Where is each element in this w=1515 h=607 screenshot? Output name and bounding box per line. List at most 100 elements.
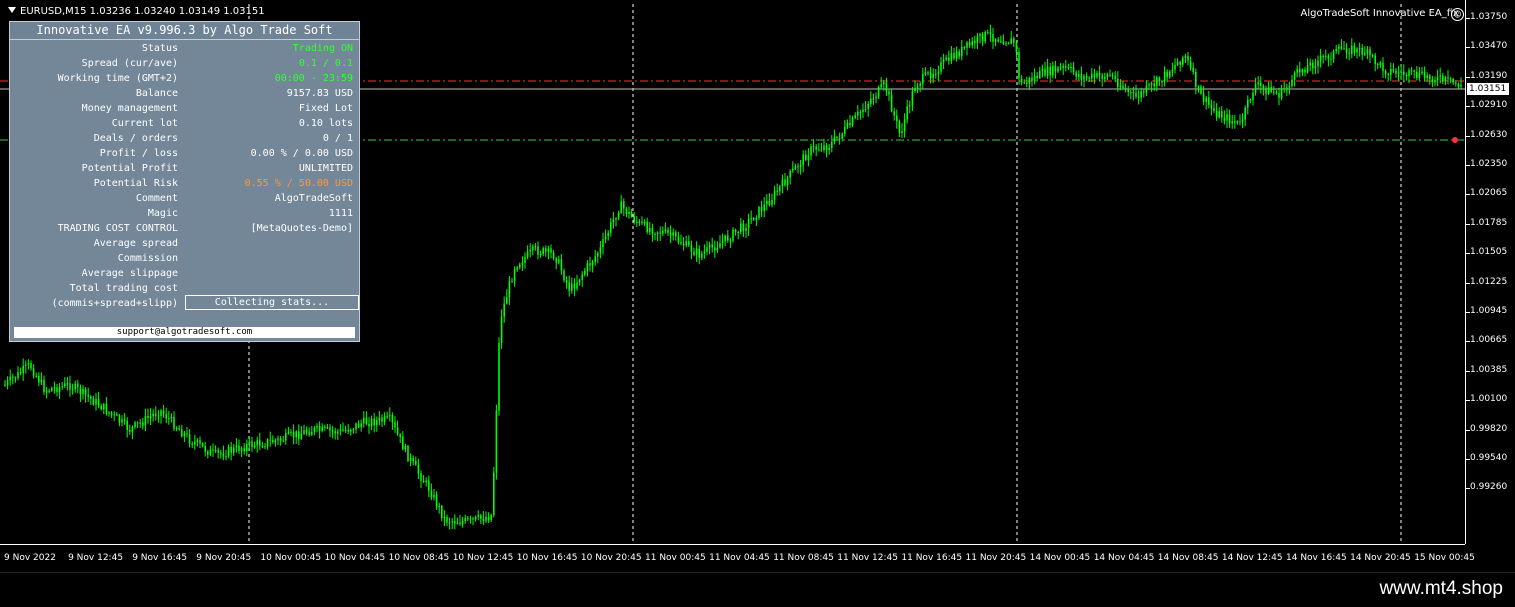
candle-body (945, 57, 947, 60)
candle-body (1278, 93, 1280, 98)
candle-body (95, 398, 97, 405)
candle-body (1106, 74, 1109, 78)
candle-body (45, 390, 48, 393)
candle-body (591, 261, 594, 266)
candle-body (188, 434, 191, 444)
candle-body (1353, 45, 1356, 53)
candle-body (1286, 87, 1288, 90)
candle-body (997, 39, 999, 42)
candle-body (1062, 66, 1064, 68)
time-tick-label: 10 Nov 08:45 (388, 553, 450, 563)
candle-body (672, 232, 674, 236)
candle-body (1301, 69, 1304, 73)
candle-body (610, 222, 612, 233)
candle-body (974, 40, 976, 44)
candle-body (482, 518, 485, 522)
candle-body (1439, 75, 1441, 77)
candle-body (810, 146, 812, 156)
candle-body (680, 242, 682, 244)
candle-body (110, 412, 113, 415)
candle-body (935, 73, 937, 75)
candle-body (1423, 71, 1426, 78)
candle-body (212, 449, 214, 451)
candle-body (950, 52, 953, 61)
price-tick-label: 1.02350 (1470, 159, 1508, 169)
candle-body (300, 433, 303, 439)
panel-row-label: Current lot (111, 118, 178, 129)
candle-body (875, 96, 877, 99)
candle-body (773, 190, 776, 200)
candle-body (1332, 51, 1335, 60)
panel-row: Comment AlgoTradeSoft (10, 191, 359, 206)
footer: www.mt4.shop (0, 572, 1515, 607)
candle-body (989, 32, 992, 35)
chart-window[interactable]: EURUSD,M15 1.03236 1.03240 1.03149 1.031… (0, 0, 1515, 572)
candle-body (113, 414, 115, 416)
time-axis[interactable]: 9 Nov 2022 9 Nov 12:45 9 Nov 16:45 9 Nov 20… (0, 544, 1475, 572)
candle-body (1400, 71, 1402, 73)
panel-row-label: Working time (GMT+2) (57, 73, 178, 84)
candle-body (207, 451, 209, 455)
candle-body (1390, 68, 1392, 75)
candle-body (1148, 84, 1150, 86)
candle-body (235, 445, 238, 448)
candle-body (469, 518, 472, 520)
candle-body (152, 413, 154, 416)
candle-body (1210, 104, 1213, 108)
collecting-stats-button[interactable]: Collecting stats... (185, 295, 359, 310)
candle-body (4, 384, 6, 386)
candle-body (365, 417, 368, 424)
candle-body (503, 303, 505, 317)
candle-body (108, 412, 110, 414)
candle-body (1371, 55, 1374, 57)
price-axis[interactable]: 1.03750 1.03470 1.03190 1.02910 1.02630 1.023… (1465, 0, 1515, 544)
candle-body (420, 473, 422, 481)
candle-body (355, 423, 357, 430)
candle-body (298, 431, 300, 439)
candle-body (836, 136, 838, 138)
candle-body (545, 248, 547, 252)
candle-body (1101, 75, 1103, 79)
time-tick-label: 11 Nov 20:45 (965, 553, 1027, 563)
support-email[interactable]: support@algotradesoft.com (14, 327, 355, 338)
candle-body (1080, 74, 1083, 80)
panel-row: Deals / orders 0 / 1 (10, 131, 359, 146)
symbol-quote: EURUSD,M15 1.03236 1.03240 1.03149 1.031… (20, 6, 265, 17)
candle-body (976, 36, 979, 44)
candle-body (745, 228, 747, 231)
candle-body (1457, 83, 1460, 87)
candle-body (1444, 77, 1447, 81)
candle-body (129, 430, 131, 433)
candle-body (589, 263, 591, 266)
candle-body (552, 252, 555, 259)
candle-body (160, 410, 162, 416)
candle-body (729, 240, 732, 242)
candle-body (893, 111, 895, 116)
candle-body (12, 376, 14, 378)
candle-body (222, 453, 225, 457)
chart-title: EURUSD,M15 1.03236 1.03240 1.03149 1.031… (8, 6, 265, 17)
candle-body (35, 375, 37, 377)
candle-body (1208, 97, 1210, 105)
candle-body (662, 231, 664, 234)
candle-body (1364, 53, 1366, 55)
candle-body (1187, 55, 1189, 61)
candle-body (230, 446, 232, 453)
candle-body (264, 446, 266, 448)
candle-body (1010, 38, 1012, 44)
candle-body (316, 426, 318, 428)
panel-row-value: [MetaQuotes-Demo] (250, 223, 353, 234)
candle-body (1195, 71, 1197, 87)
candle-body (1085, 76, 1088, 78)
candle-body (1356, 48, 1358, 53)
smiley-icon[interactable]: ☺ (1451, 8, 1464, 21)
candle-body (1075, 72, 1077, 77)
candle-body (1070, 66, 1072, 68)
candle-body (682, 243, 685, 246)
panel-row: Potential Profit UNLIMITED (10, 161, 359, 176)
panel-row-label: Potential Profit (81, 163, 178, 174)
dropdown-arrow-icon[interactable] (8, 7, 16, 13)
candle-body (238, 445, 240, 452)
candle-body (181, 429, 183, 437)
candle-body (43, 379, 45, 393)
